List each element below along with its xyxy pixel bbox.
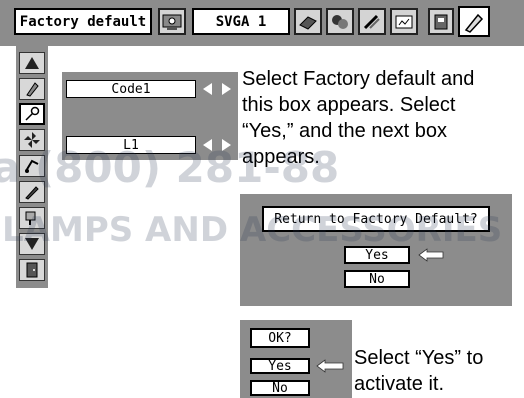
factory-default-tab[interactable]: Factory default bbox=[14, 8, 152, 35]
pointer-arrow-icon bbox=[418, 247, 444, 263]
down-arrow-icon[interactable] bbox=[19, 233, 45, 255]
up-arrow-icon[interactable] bbox=[19, 52, 45, 74]
description-text-1: Select Factory default and this box appe… bbox=[242, 66, 524, 170]
eraser-icon[interactable] bbox=[19, 78, 45, 100]
description-line: this box appears. Select bbox=[242, 94, 456, 116]
confirm-question: Return to Factory Default? bbox=[262, 206, 490, 232]
fan-off-icon[interactable] bbox=[19, 129, 45, 151]
image-select-icon[interactable] bbox=[294, 8, 322, 35]
description-line: activate it. bbox=[354, 373, 445, 395]
menu-bar: Factory default SVGA 1 bbox=[0, 0, 524, 46]
pointer-arrow-icon bbox=[316, 358, 344, 374]
confirm-no-button[interactable]: No bbox=[344, 270, 410, 288]
ok-yes-button[interactable]: Yes bbox=[250, 358, 310, 374]
key-icon[interactable] bbox=[19, 103, 45, 125]
screen-icon[interactable] bbox=[358, 8, 386, 35]
code-panel: Code1 L1 bbox=[62, 72, 238, 160]
level-field[interactable]: L1 bbox=[66, 136, 196, 154]
setting-icon[interactable] bbox=[428, 8, 454, 35]
description-line: Select “Yes” to bbox=[354, 347, 484, 369]
confirm-yes-button[interactable]: Yes bbox=[344, 246, 410, 264]
confirm-dialog: Return to Factory Default? Yes No bbox=[240, 194, 512, 306]
ok-no-button[interactable]: No bbox=[250, 380, 310, 396]
description-line: appears. bbox=[242, 146, 320, 168]
filter-icon[interactable] bbox=[19, 155, 45, 177]
description-text-2: Select “Yes” to activate it. bbox=[354, 345, 524, 397]
ok-dialog: OK? Yes No bbox=[240, 320, 352, 398]
level-adjust-arrows-icon[interactable] bbox=[202, 137, 232, 153]
ok-question: OK? bbox=[250, 328, 310, 348]
image-adjust-icon[interactable] bbox=[326, 8, 354, 35]
pc-adjust-icon[interactable] bbox=[158, 8, 186, 35]
code-field[interactable]: Code1 bbox=[66, 80, 196, 98]
source-tab[interactable]: SVGA 1 bbox=[192, 8, 290, 35]
description-line: “Yes,” and the next box bbox=[242, 120, 447, 142]
brush-icon[interactable] bbox=[19, 207, 45, 229]
factory-default-selected-icon[interactable] bbox=[458, 6, 490, 37]
description-line: Select Factory default and bbox=[242, 68, 475, 90]
exit-door-icon[interactable] bbox=[19, 259, 45, 281]
code-adjust-arrows-icon[interactable] bbox=[202, 81, 232, 97]
pen-icon[interactable] bbox=[19, 181, 45, 203]
sidebar bbox=[16, 46, 48, 288]
sound-icon[interactable] bbox=[390, 8, 418, 35]
